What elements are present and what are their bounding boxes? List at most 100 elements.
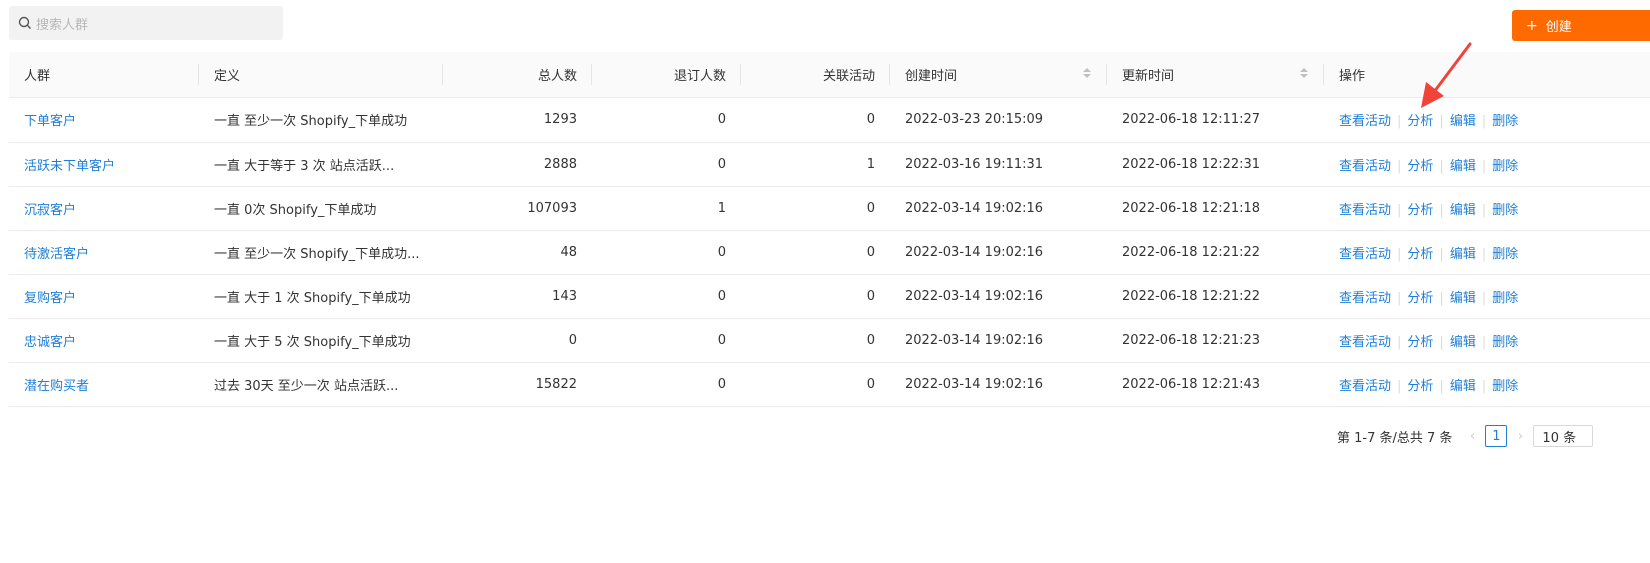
col-header-updated[interactable]: 更新时间 (1107, 52, 1324, 98)
row-updated: 2022-06-18 12:21:22 (1107, 230, 1324, 275)
segment-name-link[interactable]: 待激活客户 (24, 247, 89, 262)
segment-name-link[interactable]: 沉寂客户 (24, 203, 76, 218)
delete-link[interactable]: 删除 (1492, 114, 1518, 129)
edit-link[interactable]: 编辑 (1450, 379, 1476, 394)
row-unsubscribed: 0 (592, 142, 741, 187)
view-activities-link[interactable]: 查看活动 (1339, 291, 1391, 306)
row-unsubscribed-text: 0 (717, 332, 726, 348)
search-input[interactable]: 搜索人群 (36, 14, 88, 33)
row-total: 0 (443, 318, 592, 363)
segment-name-link[interactable]: 下单客户 (24, 114, 76, 129)
action-divider: | (1439, 334, 1444, 350)
row-actions: 查看活动 | 分析 | 编辑 | 删除 (1324, 142, 1650, 187)
row-unsubscribed-text: 0 (717, 156, 726, 172)
action-divider: | (1397, 290, 1402, 306)
view-activities-link[interactable]: 查看活动 (1339, 247, 1391, 262)
row-updated: 2022-06-18 12:21:43 (1107, 362, 1324, 407)
row-activities: 0 (741, 318, 890, 363)
action-divider: | (1439, 378, 1444, 394)
action-divider: | (1481, 334, 1487, 350)
edit-link[interactable]: 编辑 (1450, 291, 1476, 306)
view-activities-link[interactable]: 查看活动 (1339, 203, 1391, 218)
action-divider: | (1397, 378, 1402, 394)
analyze-link[interactable]: 分析 (1407, 247, 1433, 262)
edit-link[interactable]: 编辑 (1450, 114, 1476, 129)
col-header-definition: 定义 (199, 52, 443, 98)
action-divider: | (1481, 202, 1487, 218)
delete-link[interactable]: 删除 (1492, 335, 1518, 350)
analyze-link[interactable]: 分析 (1407, 114, 1433, 129)
row-unsubscribed-text: 0 (717, 244, 726, 260)
row-name: 待激活客户 (9, 230, 199, 275)
table-row: 活跃未下单客户 一直 大于等于 3 次 站点活跃... 2888 0 1 2022-03-… (9, 142, 1650, 187)
action-divider: | (1397, 202, 1402, 218)
view-activities-link[interactable]: 查看活动 (1339, 114, 1391, 129)
analyze-link[interactable]: 分析 (1407, 291, 1433, 306)
create-segment-button[interactable]: + 创建 (1512, 10, 1650, 41)
delete-link[interactable]: 删除 (1492, 291, 1518, 306)
row-created: 2022-03-23 20:15:09 (890, 97, 1107, 143)
row-actions: 查看活动 | 分析 | 编辑 | 删除 (1324, 274, 1650, 319)
sort-icon[interactable] (1300, 68, 1308, 80)
delete-link[interactable]: 删除 (1492, 379, 1518, 394)
row-created: 2022-03-14 19:02:16 (890, 186, 1107, 231)
row-name: 潜在购买者 (9, 362, 199, 407)
pagination-total: 第 1-7 条/总共 7 条 (1337, 430, 1453, 446)
row-total: 2888 (443, 142, 592, 187)
edit-link[interactable]: 编辑 (1450, 159, 1476, 174)
analyze-link[interactable]: 分析 (1407, 203, 1433, 218)
segment-name-link[interactable]: 忠诚客户 (24, 335, 76, 350)
row-activities: 0 (741, 97, 890, 143)
delete-link[interactable]: 删除 (1492, 159, 1518, 174)
delete-link[interactable]: 删除 (1492, 247, 1518, 262)
page-number-current[interactable]: 1 (1485, 425, 1508, 447)
row-total: 1293 (443, 97, 592, 143)
table-row: 潜在购买者 过去 30天 至少一次 站点活跃... 15822 0 0 2022-03-1… (9, 362, 1650, 407)
row-updated: 2022-06-18 12:21:18 (1107, 186, 1324, 231)
row-definition: 一直 至少一次 Shopify_下单成功 (199, 97, 443, 143)
edit-link[interactable]: 编辑 (1450, 247, 1476, 262)
segment-name-link[interactable]: 活跃未下单客户 (24, 159, 115, 174)
edit-link[interactable]: 编辑 (1450, 203, 1476, 218)
edit-link[interactable]: 编辑 (1450, 335, 1476, 350)
row-created-text: 2022-03-14 19:02:16 (905, 288, 1044, 304)
row-activities-text: 0 (866, 376, 875, 392)
next-page-icon[interactable]: › (1513, 429, 1527, 444)
col-header-unsubscribed: 退订人数 (592, 52, 741, 98)
row-name: 忠诚客户 (9, 318, 199, 363)
action-divider: | (1481, 114, 1487, 129)
page-size-select[interactable]: 10 条 (1533, 425, 1594, 447)
delete-link[interactable]: 删除 (1492, 203, 1518, 218)
row-definition-text: 一直 0次 Shopify_下单成功 (214, 202, 377, 218)
row-activities: 1 (741, 142, 890, 187)
segment-name-link[interactable]: 复购客户 (24, 291, 76, 306)
view-activities-link[interactable]: 查看活动 (1339, 159, 1391, 174)
segment-name-link[interactable]: 潜在购买者 (24, 379, 89, 394)
search-box[interactable]: 搜索人群 (9, 6, 283, 40)
sort-icon[interactable] (1083, 68, 1091, 80)
action-divider: | (1481, 290, 1487, 306)
row-actions: 查看活动 | 分析 | 编辑 | 删除 (1324, 186, 1650, 231)
row-created: 2022-03-16 19:11:31 (890, 142, 1107, 187)
row-updated: 2022-06-18 12:21:22 (1107, 274, 1324, 319)
row-created: 2022-03-14 19:02:16 (890, 230, 1107, 275)
analyze-link[interactable]: 分析 (1407, 159, 1433, 174)
row-definition-text: 一直 大于 5 次 Shopify_下单成功 (214, 334, 411, 350)
table-row: 待激活客户 一直 至少一次 Shopify_下单成功... 48 0 0 2022-03-… (9, 230, 1650, 275)
row-unsubscribed: 0 (592, 230, 741, 275)
table-row: 忠诚客户 一直 大于 5 次 Shopify_下单成功 0 0 0 2022-03-14 … (9, 318, 1650, 363)
prev-page-icon[interactable]: ‹ (1465, 429, 1479, 444)
pagination: 第 1-7 条/总共 7 条 ‹ 1 › 10 条 (1337, 424, 1594, 448)
analyze-link[interactable]: 分析 (1407, 335, 1433, 350)
view-activities-link[interactable]: 查看活动 (1339, 335, 1391, 350)
col-header-created[interactable]: 创建时间 (890, 52, 1107, 98)
row-created: 2022-03-14 19:02:16 (890, 318, 1107, 363)
segment-table: 人群 定义 总人数 退订人数 关联活动 创建时间 更新时间 操作 下单客户 一直 … (9, 52, 1650, 407)
row-created-text: 2022-03-23 20:15:09 (905, 112, 1044, 127)
analyze-link[interactable]: 分析 (1407, 379, 1433, 394)
row-total-text: 1293 (543, 112, 577, 127)
row-activities-text: 0 (866, 244, 875, 260)
view-activities-link[interactable]: 查看活动 (1339, 379, 1391, 394)
row-definition-text: 一直 至少一次 Shopify_下单成功 (214, 114, 408, 129)
row-name: 活跃未下单客户 (9, 142, 199, 187)
